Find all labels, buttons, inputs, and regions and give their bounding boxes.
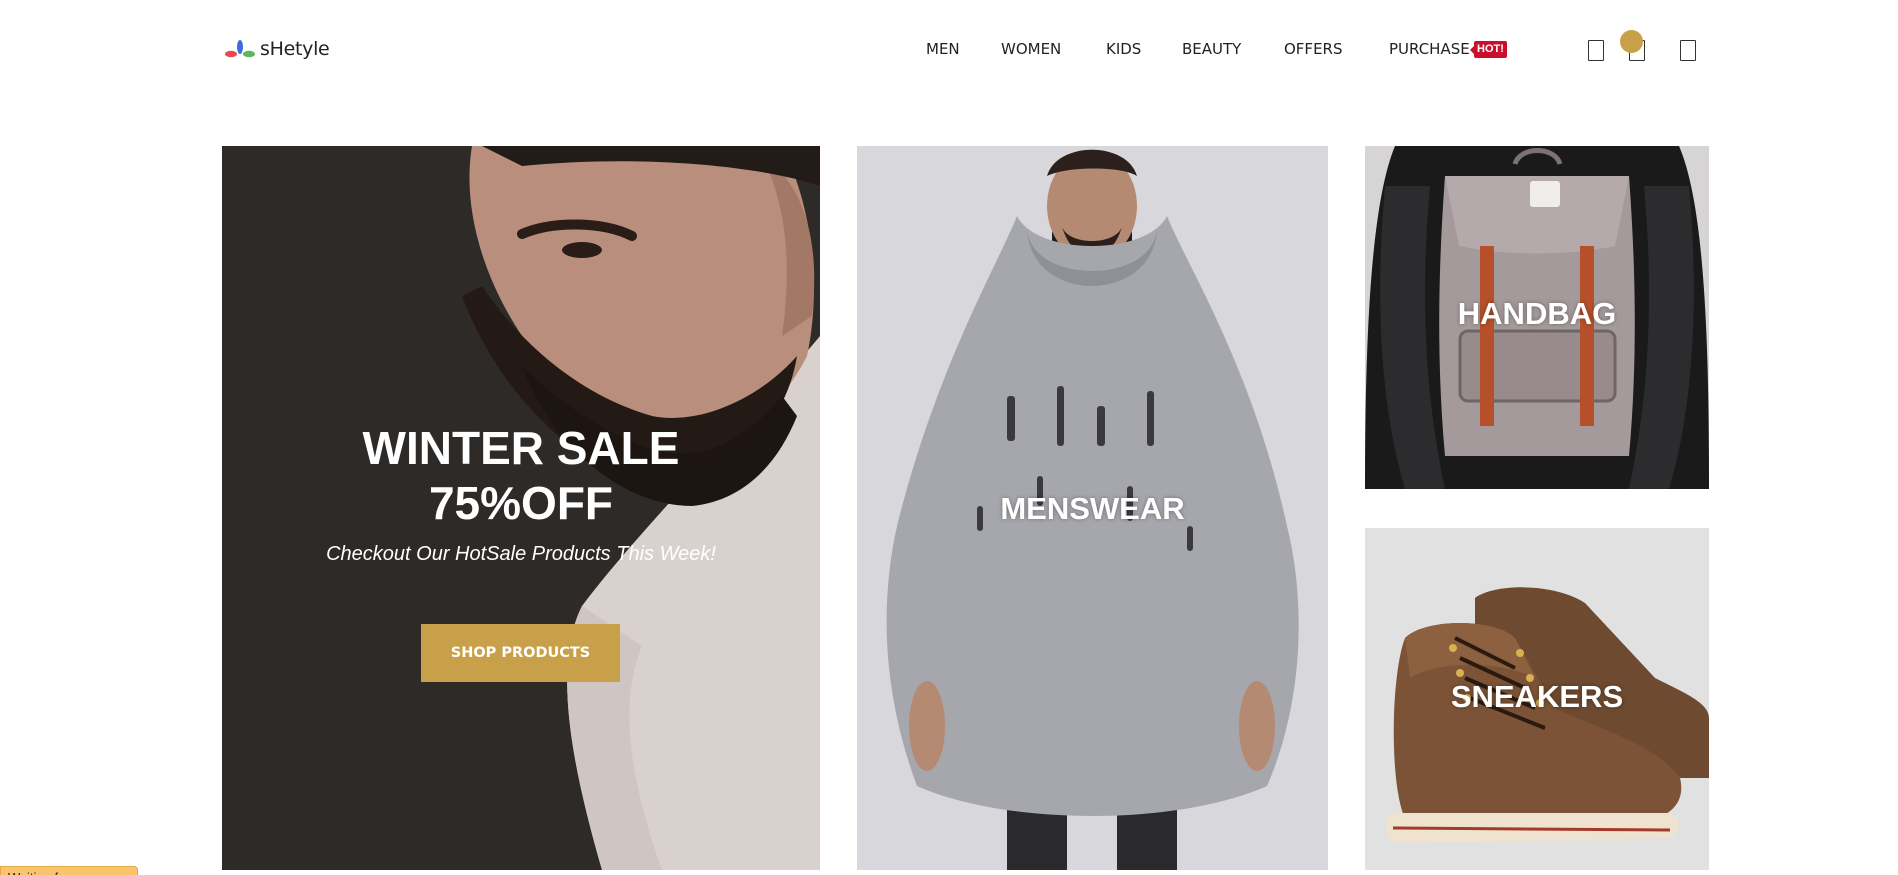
hero-title: WINTER SALE 75%OFF — [222, 421, 820, 531]
shop-products-button[interactable]: SHOP PRODUCTS — [421, 624, 620, 682]
hot-badge: HOT! — [1470, 41, 1507, 58]
user-icon[interactable] — [1680, 40, 1696, 61]
menswear-label: MENSWEAR — [1000, 491, 1185, 526]
category-sneakers[interactable]: SNEAKERS — [1365, 528, 1709, 870]
cart-count-badge — [1620, 30, 1643, 53]
nav-item-women[interactable]: WOMEN — [1001, 40, 1061, 58]
search-icon[interactable] — [1588, 40, 1604, 61]
hero-banner: WINTER SALE 75%OFF Checkout Our HotSale … — [222, 146, 820, 870]
nav-item-purchase[interactable]: PURCHASE — [1389, 40, 1470, 58]
hero-subtitle: Checkout Our HotSale Products This Week! — [326, 543, 716, 565]
sneakers-label: SNEAKERS — [1450, 679, 1624, 714]
category-menswear[interactable]: MENSWEAR — [857, 146, 1328, 870]
brand-name: sHetyle — [260, 38, 330, 60]
nav-item-beauty[interactable]: BEAUTY — [1182, 40, 1241, 58]
logo-icon — [225, 40, 255, 58]
nav-item-men[interactable]: MEN — [926, 40, 960, 58]
nav-item-offers[interactable]: OFFERS — [1284, 40, 1342, 58]
handbag-label: HANDBAG — [1457, 296, 1617, 331]
nav-item-kids[interactable]: KIDS — [1106, 40, 1141, 58]
category-handbag[interactable]: HANDBAG — [1365, 146, 1709, 489]
hero-title-line2: 75%OFF — [428, 477, 614, 529]
brand-logo[interactable]: sHetyle — [222, 34, 330, 64]
browser-status-bar: Waiting for www.go... — [0, 866, 138, 875]
hero-title-line1: WINTER SALE — [362, 422, 680, 474]
